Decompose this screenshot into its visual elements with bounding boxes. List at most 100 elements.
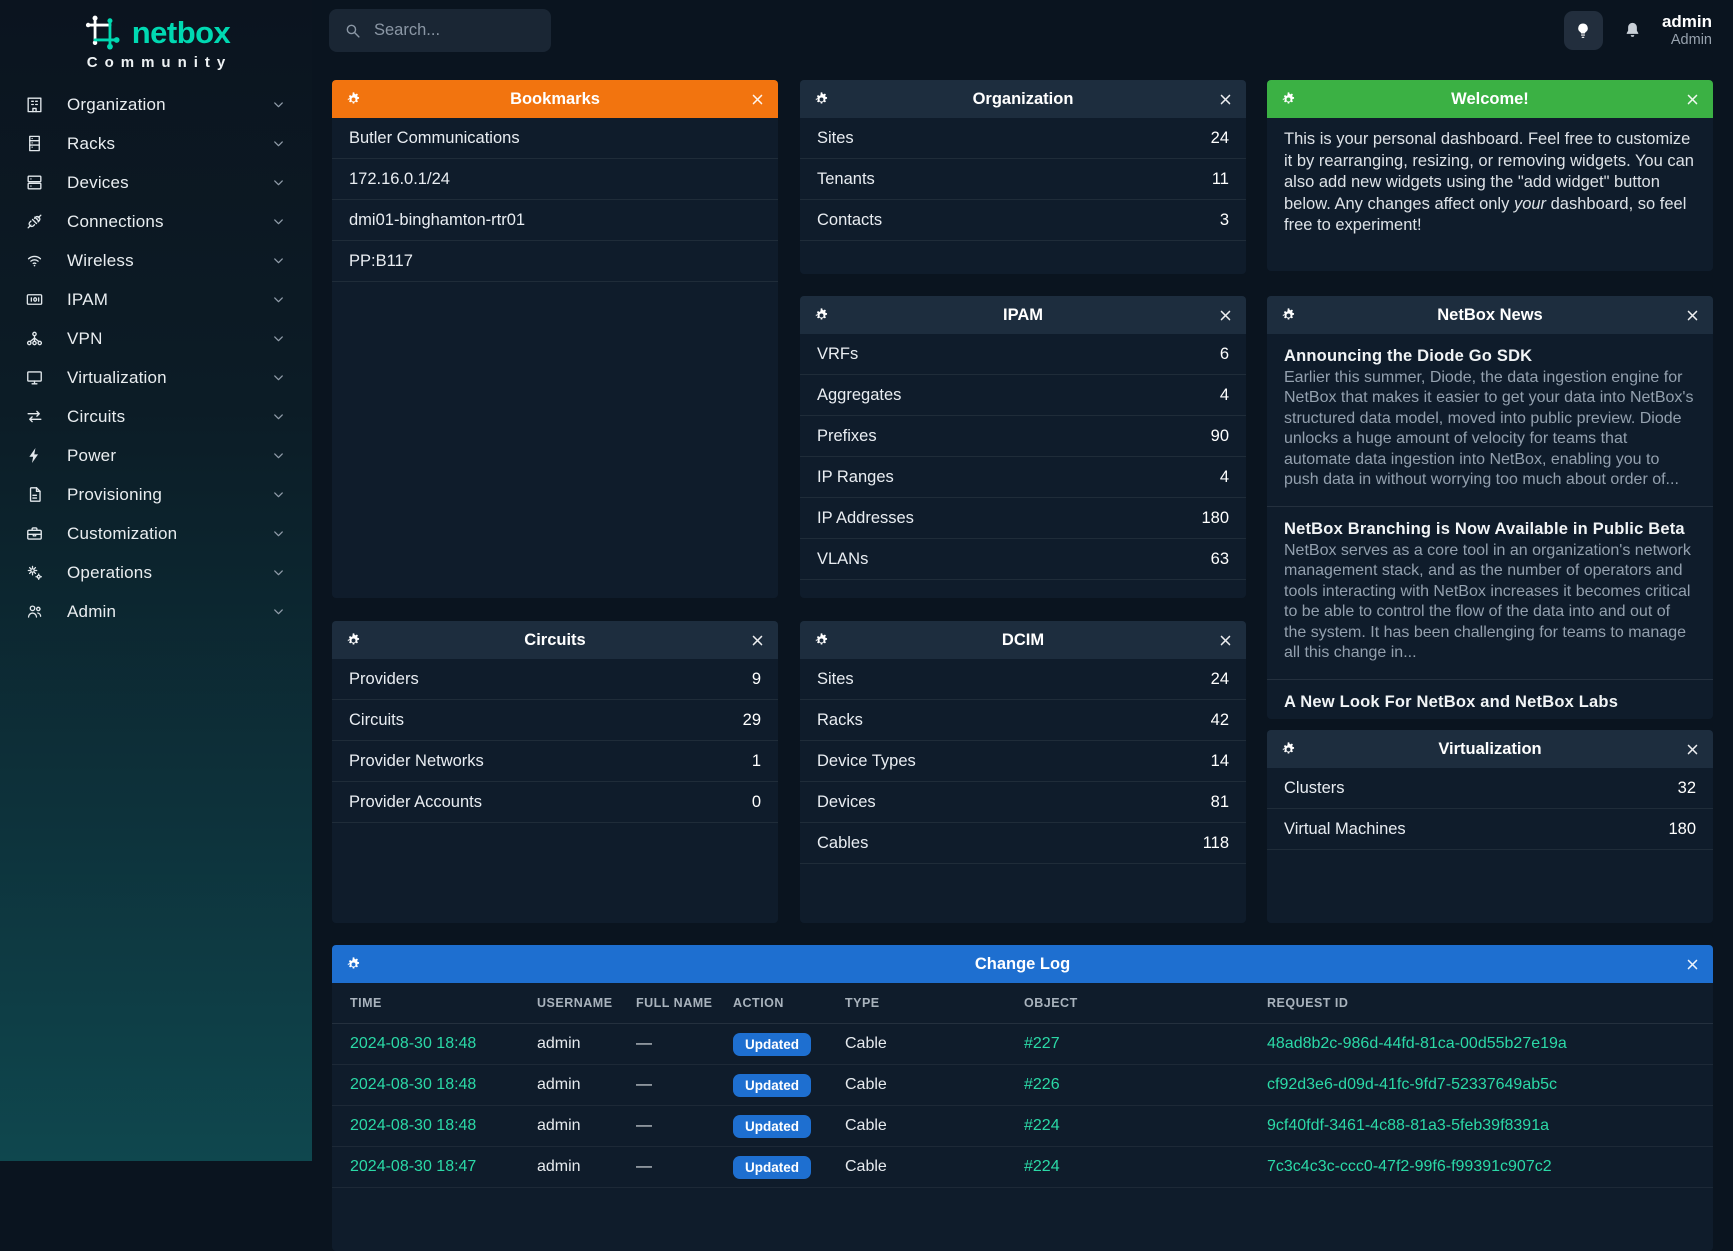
nav-item-icon	[25, 485, 44, 504]
close-icon[interactable]	[750, 92, 765, 107]
changelog-request-link[interactable]: 9cf40fdf-3461-4c88-81a3-5feb39f8391a	[1267, 1117, 1695, 1135]
changelog-time-link[interactable]: 2024-08-30 18:48	[350, 1076, 537, 1094]
count-label[interactable]: Sites	[817, 670, 854, 689]
count-label[interactable]: Devices	[817, 793, 876, 812]
count-label[interactable]: VRFs	[817, 345, 858, 364]
count-label[interactable]: Cables	[817, 834, 868, 853]
count-value[interactable]: 1	[752, 752, 761, 771]
gear-icon[interactable]	[813, 91, 830, 108]
count-label[interactable]: Virtual Machines	[1284, 820, 1406, 839]
sidebar-item[interactable]: Operations	[0, 553, 312, 592]
close-icon[interactable]	[750, 633, 765, 648]
user-menu[interactable]: admin Admin	[1662, 12, 1712, 49]
notifications-button[interactable]	[1622, 20, 1643, 41]
count-value[interactable]: 90	[1211, 427, 1229, 446]
news-article-title[interactable]: NetBox Branching is Now Available in Pub…	[1284, 520, 1696, 539]
sidebar-item[interactable]: Wireless	[0, 241, 312, 280]
nav-item-icon	[25, 329, 44, 348]
changelog-object-link[interactable]: #224	[1024, 1117, 1267, 1135]
close-icon[interactable]	[1218, 633, 1233, 648]
gear-icon[interactable]	[813, 307, 830, 324]
count-value[interactable]: 4	[1220, 386, 1229, 405]
gear-icon[interactable]	[1280, 91, 1297, 108]
count-value[interactable]: 118	[1203, 834, 1229, 853]
count-label[interactable]: Racks	[817, 711, 863, 730]
count-value[interactable]: 24	[1211, 670, 1229, 689]
count-label[interactable]: Tenants	[817, 170, 875, 189]
gear-icon[interactable]	[345, 91, 362, 108]
close-icon[interactable]	[1218, 308, 1233, 323]
count-label[interactable]: Device Types	[817, 752, 916, 771]
count-label[interactable]: Prefixes	[817, 427, 877, 446]
sidebar-item[interactable]: Virtualization	[0, 358, 312, 397]
count-value[interactable]: 6	[1220, 345, 1229, 364]
changelog-object-link[interactable]: #226	[1024, 1076, 1267, 1094]
count-label[interactable]: IP Addresses	[817, 509, 914, 528]
bookmark-item[interactable]: dmi01-binghamton-rtr01	[332, 200, 778, 241]
count-value[interactable]: 180	[1201, 509, 1229, 528]
changelog-object-link[interactable]: #227	[1024, 1035, 1267, 1053]
count-label[interactable]: IP Ranges	[817, 468, 894, 487]
count-value[interactable]: 63	[1211, 550, 1229, 569]
close-icon[interactable]	[1685, 92, 1700, 107]
count-label[interactable]: Contacts	[817, 211, 882, 230]
count-value[interactable]: 180	[1668, 820, 1696, 839]
count-label[interactable]: Provider Networks	[349, 752, 484, 771]
changelog-time-link[interactable]: 2024-08-30 18:48	[350, 1117, 537, 1135]
bookmark-item[interactable]: 172.16.0.1/24	[332, 159, 778, 200]
widget-header: Organization	[800, 80, 1246, 118]
sidebar-item[interactable]: IPAM	[0, 280, 312, 319]
sidebar-item[interactable]: VPN	[0, 319, 312, 358]
sidebar-item[interactable]: Customization	[0, 514, 312, 553]
count-value[interactable]: 4	[1220, 468, 1229, 487]
count-value[interactable]: 81	[1211, 793, 1229, 812]
news-article-title[interactable]: A New Look For NetBox and NetBox Labs	[1284, 693, 1696, 712]
nav-item-icon	[25, 524, 44, 543]
bookmark-item[interactable]: Butler Communications	[332, 118, 778, 159]
count-value[interactable]: 24	[1211, 129, 1229, 148]
gear-icon[interactable]	[1280, 307, 1297, 324]
sidebar-item[interactable]: Circuits	[0, 397, 312, 436]
theme-toggle-button[interactable]	[1564, 11, 1603, 50]
search-box[interactable]	[329, 9, 551, 52]
close-icon[interactable]	[1218, 92, 1233, 107]
count-label[interactable]: Aggregates	[817, 386, 901, 405]
changelog-request-link[interactable]: cf92d3e6-d09d-41fc-9fd7-52337649ab5c	[1267, 1076, 1695, 1094]
close-icon[interactable]	[1685, 742, 1700, 757]
count-row: Device Types 14	[800, 741, 1246, 782]
sidebar-item[interactable]: Provisioning	[0, 475, 312, 514]
count-label[interactable]: Providers	[349, 670, 419, 689]
widget-title: Bookmarks	[332, 90, 778, 109]
changelog-request-link[interactable]: 48ad8b2c-986d-44fd-81ca-00d55b27e19a	[1267, 1035, 1695, 1053]
count-value[interactable]: 11	[1212, 170, 1229, 189]
count-value[interactable]: 32	[1678, 779, 1696, 798]
sidebar-item[interactable]: Connections	[0, 202, 312, 241]
count-value[interactable]: 3	[1220, 211, 1229, 230]
count-value[interactable]: 0	[752, 793, 761, 812]
count-label[interactable]: Sites	[817, 129, 854, 148]
count-label[interactable]: VLANs	[817, 550, 868, 569]
close-icon[interactable]	[1685, 957, 1700, 972]
changelog-time-link[interactable]: 2024-08-30 18:48	[350, 1035, 537, 1053]
count-value[interactable]: 29	[743, 711, 761, 730]
sidebar-item[interactable]: Devices	[0, 163, 312, 202]
gear-icon[interactable]	[345, 956, 362, 973]
sidebar-item[interactable]: Power	[0, 436, 312, 475]
count-label[interactable]: Clusters	[1284, 779, 1345, 798]
gear-icon[interactable]	[1280, 741, 1297, 758]
sidebar-item[interactable]: Organization	[0, 85, 312, 124]
count-label[interactable]: Circuits	[349, 711, 404, 730]
bookmark-item[interactable]: PP:B117	[332, 241, 778, 282]
count-value[interactable]: 9	[752, 670, 761, 689]
news-article-title[interactable]: Announcing the Diode Go SDK	[1284, 347, 1696, 366]
search-input[interactable]	[372, 20, 536, 41]
count-value[interactable]: 42	[1211, 711, 1229, 730]
count-label[interactable]: Provider Accounts	[349, 793, 482, 812]
gear-icon[interactable]	[345, 632, 362, 649]
gear-icon[interactable]	[813, 632, 830, 649]
sidebar-item[interactable]: Racks	[0, 124, 312, 163]
sidebar-item[interactable]: Admin	[0, 592, 312, 631]
brand[interactable]: netbox Community	[0, 0, 312, 71]
close-icon[interactable]	[1685, 308, 1700, 323]
count-value[interactable]: 14	[1211, 752, 1229, 771]
